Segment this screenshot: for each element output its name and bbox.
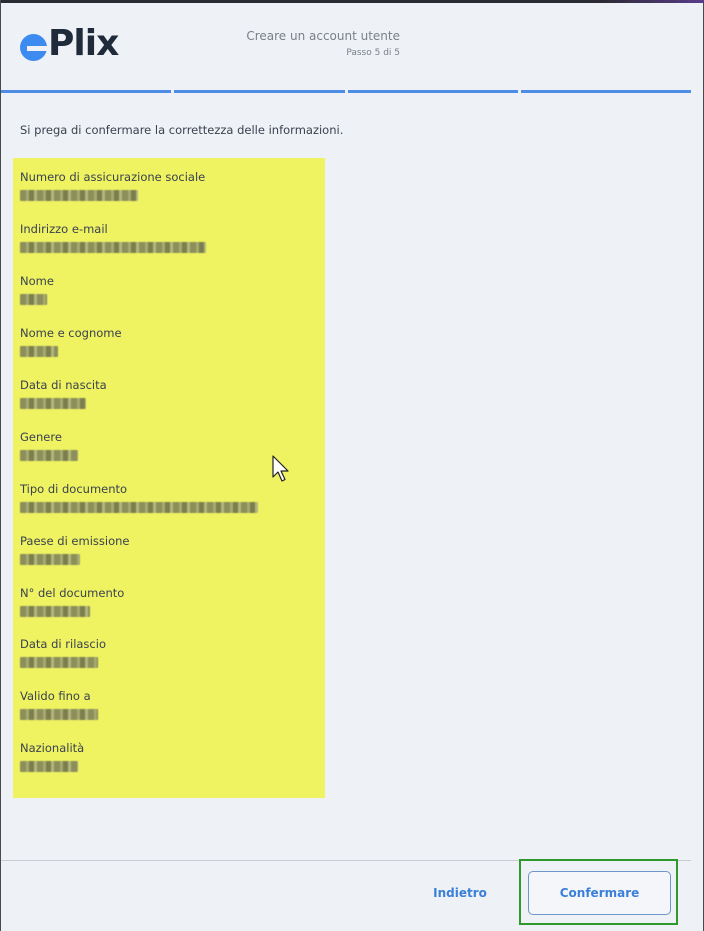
field-first-name: Nome: [20, 274, 54, 305]
blurred-value: [20, 450, 78, 461]
mouse-cursor-icon: [272, 455, 289, 482]
progress-segment-1: [1, 90, 172, 93]
field-label: Paese di emissione: [20, 534, 130, 548]
blurred-value: [20, 242, 206, 253]
progress-segment-2: [174, 90, 345, 93]
field-label: Nome e cognome: [20, 326, 122, 340]
field-full-name: Nome e cognome: [20, 326, 122, 357]
progress-segment-4: [520, 90, 691, 93]
blurred-value: [20, 502, 258, 513]
back-button[interactable]: Indietro: [424, 878, 496, 908]
blurred-value: [20, 346, 58, 357]
field-document-number: N° del documento: [20, 586, 124, 617]
field-label: N° del documento: [20, 586, 125, 600]
blurred-value: [20, 554, 80, 565]
step-indicator: Passo 5 di 5: [346, 48, 400, 58]
logo-e-mark: [20, 33, 47, 61]
field-gender: Genere: [20, 430, 78, 461]
blurred-value: [20, 190, 138, 201]
window-top-edge: [1, 0, 704, 3]
field-label: Valido fino a: [20, 689, 91, 703]
eplix-logo: Plix: [20, 23, 119, 64]
field-document-type: Tipo di documento: [20, 482, 258, 513]
field-label: Genere: [20, 430, 62, 444]
field-email: Indirizzo e-mail: [20, 222, 206, 253]
progress-segment-3: [347, 90, 518, 93]
field-label: Nome: [20, 274, 54, 288]
field-label: Data di rilascio: [20, 637, 106, 651]
blurred-value: [20, 398, 86, 409]
blurred-value: [20, 294, 47, 305]
progress-bar: [1, 90, 691, 93]
field-label: Numero di assicurazione sociale: [20, 170, 206, 184]
logo-text: Plix: [48, 23, 119, 64]
page-title: Creare un account utente: [246, 29, 400, 43]
intro-text: Si prega di confermare la correttezza de…: [20, 123, 344, 137]
blurred-value: [20, 761, 78, 772]
field-issue-date: Data di rilascio: [20, 637, 106, 668]
blurred-value: [20, 606, 90, 617]
field-label: Tipo di documento: [20, 482, 128, 496]
blurred-value: [20, 709, 98, 720]
confirm-button[interactable]: Confermare: [528, 871, 671, 915]
field-nationality: Nazionalità: [20, 741, 84, 772]
field-birth-date: Data di nascita: [20, 378, 107, 409]
field-social-insurance: Numero di assicurazione sociale: [20, 170, 205, 201]
field-label: Indirizzo e-mail: [20, 222, 108, 236]
field-issuing-country: Paese di emissione: [20, 534, 129, 565]
blurred-value: [20, 657, 98, 668]
field-valid-until: Valido fino a: [20, 689, 98, 720]
field-label: Nazionalità: [20, 741, 85, 755]
field-label: Data di nascita: [20, 378, 107, 392]
app-window: Plix Creare un account utente Passo 5 di…: [0, 0, 704, 931]
